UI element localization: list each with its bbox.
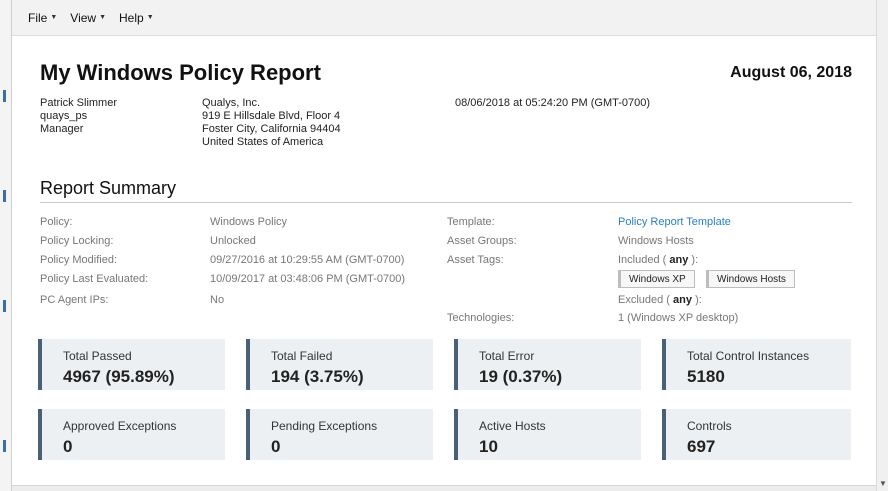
included-any: any [669,254,689,266]
stat-card-total-passed: Total Passed 4967 (95.89%) [38,339,225,390]
company-name: Qualys, Inc. [202,97,261,109]
help-menu-label: Help [119,10,144,25]
stat-value: 10 [479,437,498,456]
included-line: Included ( any ): [618,254,698,266]
stat-label: Total Error [479,349,535,363]
user-role: Manager [40,123,84,135]
stat-value: 194 (3.75%) [271,367,364,386]
stat-value: 0 [271,437,281,456]
stat-value: 0 [63,437,73,456]
bottom-edge [12,485,876,491]
view-menu[interactable]: View ▼ [70,11,106,25]
agent-label: PC Agent IPs: [40,294,109,306]
stat-card-pending-exceptions: Pending Exceptions 0 [246,409,433,460]
excluded-suffix: ): [695,294,702,306]
report-date: August 06, 2018 [730,64,852,81]
chevron-down-icon: ▼ [50,14,58,21]
report-title: My Windows Policy Report [40,60,321,85]
technologies-label: Technologies: [447,312,515,324]
stat-card-controls: Controls 697 [662,409,851,460]
included-suffix: ): [691,254,699,266]
asset-tag-windows-xp: Windows XP [618,270,695,288]
stat-card-total-error: Total Error 19 (0.37%) [454,339,641,390]
excluded-any: any [673,294,693,306]
company-address-line2: Foster City, California 94404 [202,123,341,135]
asset-groups-label: Asset Groups: [447,235,517,247]
stat-label: Total Control Instances [687,349,810,363]
view-menu-label: View [70,10,97,25]
modified-value: 09/27/2016 at 10:29:55 AM (GMT-0700) [210,254,405,266]
asset-tags-label: Asset Tags: [447,254,504,266]
policy-value: Windows Policy [210,216,288,228]
section-title: Report Summary [40,178,177,198]
stat-label: Total Passed [63,349,132,363]
window-left-edge [0,0,12,491]
edge-marker [3,190,6,202]
stat-label: Approved Exceptions [63,419,177,433]
menu-bar: File ▼ View ▼ Help ▼ [12,0,876,36]
stat-card-total-failed: Total Failed 194 (3.75%) [246,339,433,390]
stat-label: Controls [687,419,732,433]
modified-label: Policy Modified: [40,254,118,266]
help-menu[interactable]: Help ▼ [119,11,154,25]
edge-marker [3,440,6,452]
locking-label: Policy Locking: [40,235,114,247]
report-content: My Windows Policy Report August 06, 2018… [12,36,876,485]
user-login: quays_ps [40,110,88,122]
excluded-line: Excluded ( any ): [618,294,702,306]
policy-label: Policy: [40,216,73,228]
stat-card-active-hosts: Active Hosts 10 [454,409,641,460]
file-menu-label: File [28,10,48,25]
company-info: Qualys, Inc. 919 E Hillsdale Blvd, Floor… [202,97,341,149]
agent-value: No [210,294,225,306]
file-menu[interactable]: File ▼ [28,11,57,25]
user-name: Patrick Slimmer [40,97,118,109]
stat-value: 4967 (95.89%) [63,367,175,386]
generated-timestamp: 08/06/2018 at 05:24:20 PM (GMT-0700) [455,97,651,109]
evaluated-value: 10/09/2017 at 03:48:06 PM (GMT-0700) [210,273,406,285]
stat-card-approved-exceptions: Approved Exceptions 0 [38,409,225,460]
chevron-down-icon: ▼ [146,14,154,21]
asset-groups-value: Windows Hosts [618,235,694,247]
template-label: Template: [447,216,495,228]
scroll-down-arrow-icon[interactable]: ▼ [879,479,887,488]
edge-marker [3,300,6,312]
company-address-line1: 919 E Hillsdale Blvd, Floor 4 [202,110,341,122]
section-divider [40,202,852,203]
stat-label: Active Hosts [479,419,546,433]
stat-label: Pending Exceptions [271,419,378,433]
template-link[interactable]: Policy Report Template [618,216,731,228]
vertical-scrollbar[interactable]: ▼ [876,0,888,491]
evaluated-label: Policy Last Evaluated: [40,273,149,285]
locking-value: Unlocked [210,235,256,247]
stat-card-total-control-instances: Total Control Instances 5180 [662,339,851,390]
stat-value: 5180 [687,367,725,386]
asset-tag-windows-hosts: Windows Hosts [706,270,795,288]
user-info: Patrick Slimmer quays_ps Manager [40,97,117,136]
excluded-prefix: Excluded ( [618,294,670,306]
stat-value: 19 (0.37%) [479,367,563,386]
company-country: United States of America [202,136,324,148]
edge-marker [3,90,6,102]
included-prefix: Included ( [618,254,667,266]
stat-label: Total Failed [271,349,333,363]
technologies-value: 1 (Windows XP desktop) [618,312,739,324]
stat-value: 697 [687,437,716,456]
chevron-down-icon: ▼ [99,14,107,21]
